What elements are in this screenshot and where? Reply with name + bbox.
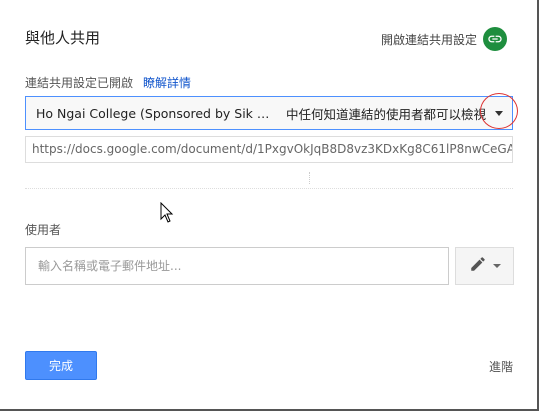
advanced-link[interactable]: 進階 [489,358,513,375]
link-icon [483,27,507,51]
pencil-icon [469,255,487,277]
permission-button[interactable] [455,247,514,285]
learn-more-link[interactable]: 瞭解詳情 [143,76,191,90]
link-settings-label: 開啟連結共用設定 [380,32,477,47]
share-url-field[interactable]: https://docs.google.com/document/d/1Pxgv… [25,136,513,163]
permission-text: 中任何知道連結的使用者都可以檢視 [286,106,487,122]
users-input-box[interactable] [25,247,449,285]
organization-name: Ho Ngai College (Sponsored by Sik Sik Yu… [36,105,276,121]
link-status-text: 連結共用設定已開啟 [25,76,134,90]
share-dialog: 與他人共用 開啟連結共用設定 連結共用設定已開啟 瞭解詳情 Ho Ngai Col… [0,0,539,411]
divider-tick [309,172,310,184]
dialog-title: 與他人共用 [25,29,101,47]
users-label: 使用者 [25,223,62,237]
done-button[interactable]: 完成 [25,351,97,380]
caret-down-icon [492,264,501,268]
caret-down-icon [495,111,503,116]
mouse-cursor-icon [160,201,174,228]
link-status-line: 連結共用設定已開啟 瞭解詳情 [25,74,191,91]
users-input[interactable] [36,258,442,274]
link-sharing-dropdown[interactable]: Ho Ngai College (Sponsored by Sik Sik Yu… [25,96,513,130]
section-divider [25,188,513,189]
link-settings-toggle[interactable]: 開啟連結共用設定 [381,27,507,51]
